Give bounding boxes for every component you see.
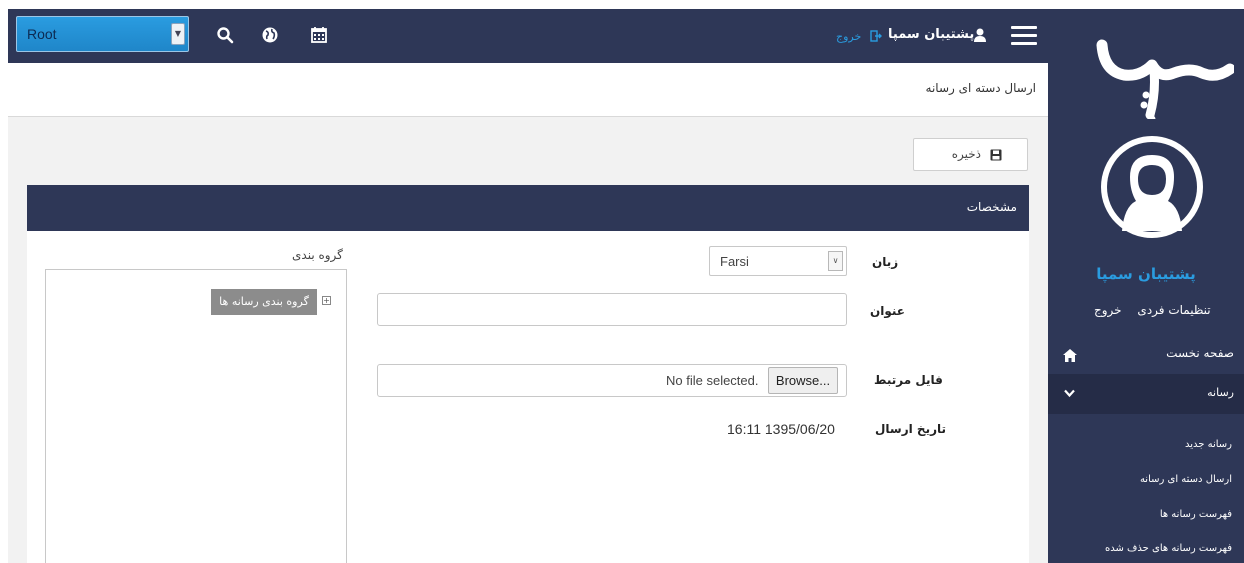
- sidebar-item-home[interactable]: صفحه نخست: [1048, 339, 1244, 371]
- breadcrumb: ارسال دسته ای رسانه: [8, 63, 1048, 117]
- profile-name: پشتیبان سمپا: [1096, 265, 1196, 283]
- sidebar-item-label: رسانه: [1207, 386, 1234, 399]
- sidebar-subitem-media-list[interactable]: فهرست رسانه ها: [1160, 509, 1232, 520]
- save-icon: [990, 149, 1002, 161]
- sidebar-subitem-new-media[interactable]: رسانه جدید: [1185, 439, 1232, 450]
- details-panel: مشخصات زبان Farsi ∨ عنوان فایل مرتبط No …: [27, 185, 1029, 563]
- profile-links: تنظیمات فردی خروج: [1082, 303, 1211, 317]
- tree-root-node[interactable]: گروه بندی رسانه ها: [211, 289, 317, 315]
- panel-title: مشخصات: [966, 200, 1017, 214]
- panel-header: مشخصات: [27, 185, 1029, 231]
- chevron-down-icon: ∨: [828, 251, 843, 271]
- logout-icon[interactable]: [870, 30, 882, 42]
- app-window: Root ▼ خروج پشتیبان سمپا ارسال دسته ای ر…: [0, 0, 1244, 563]
- search-icon[interactable]: [216, 26, 234, 44]
- sidebar-item-media[interactable]: رسانه: [1048, 374, 1244, 414]
- sidebar-logout-link[interactable]: خروج: [1094, 303, 1122, 317]
- logout-link[interactable]: خروج: [836, 30, 861, 43]
- save-button[interactable]: ذخیره: [913, 138, 1028, 171]
- chevron-down-icon: [1064, 389, 1075, 398]
- sidebar-item-label: صفحه نخست: [1166, 346, 1234, 360]
- file-upload-field[interactable]: No file selected. Browse...: [377, 364, 847, 397]
- user-name[interactable]: پشتیبان سمپا: [888, 27, 974, 45]
- file-label: فایل مرتبط: [874, 373, 943, 387]
- page-title: ارسال دسته ای رسانه: [925, 81, 1036, 95]
- send-date-value: 16:11 1395/06/20: [727, 421, 835, 437]
- language-select[interactable]: Farsi ∨: [709, 246, 847, 276]
- title-label: عنوان: [870, 304, 905, 318]
- hamburger-icon[interactable]: [1011, 26, 1037, 45]
- sidebar: پشتیبان سمپا تنظیمات فردی خروج صفحه نخست…: [1048, 9, 1244, 563]
- grouping-tree[interactable]: گروه بندی رسانه ها +: [45, 269, 347, 563]
- file-status: No file selected.: [666, 373, 759, 388]
- language-label: زبان: [872, 255, 899, 269]
- home-icon: [1063, 349, 1077, 362]
- tree-expand-icon[interactable]: +: [322, 296, 331, 305]
- chevron-down-icon: ▼: [171, 23, 185, 45]
- sidebar-subitem-deleted-media[interactable]: فهرست رسانه های حذف شده: [1105, 543, 1232, 554]
- grouping-label: گروه بندی: [292, 248, 343, 262]
- browse-button[interactable]: Browse...: [768, 367, 838, 394]
- avatar-icon: [1101, 136, 1203, 238]
- user-icon: [974, 28, 986, 42]
- save-button-label: ذخیره: [951, 147, 981, 161]
- samapa-logo: [1096, 39, 1234, 119]
- org-select[interactable]: Root ▼: [16, 16, 189, 52]
- globe-icon[interactable]: [261, 26, 279, 44]
- personal-settings-link[interactable]: تنظیمات فردی: [1137, 303, 1210, 317]
- sidebar-subitem-batch-send[interactable]: ارسال دسته ای رسانه: [1140, 474, 1232, 485]
- language-select-value: Farsi: [720, 254, 749, 269]
- top-bar: Root ▼ خروج پشتیبان سمپا: [8, 9, 1048, 63]
- org-select-value: Root: [27, 26, 57, 42]
- main-content: ذخیره مشخصات زبان Farsi ∨ عنوان فایل مرت…: [8, 117, 1048, 563]
- title-input[interactable]: [377, 293, 847, 326]
- send-date-label: تاریخ ارسال: [875, 422, 946, 436]
- calendar-icon[interactable]: [310, 26, 328, 44]
